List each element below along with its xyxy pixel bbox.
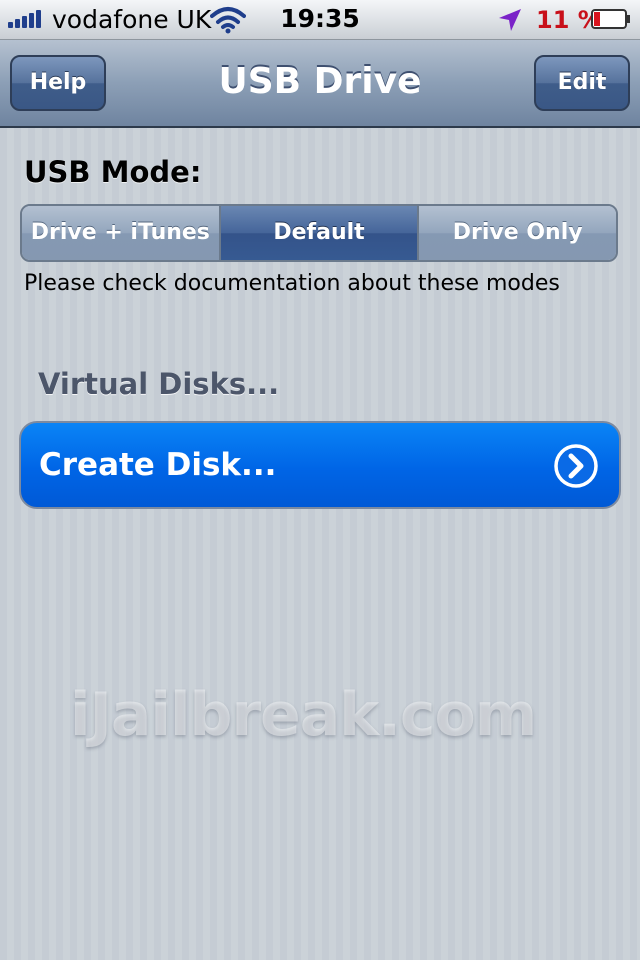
watermark-logo: iJailbreak.com bbox=[70, 680, 537, 750]
segment-drive-itunes[interactable]: Drive + iTunes bbox=[22, 206, 219, 260]
usb-mode-label: USB Mode: bbox=[24, 155, 202, 189]
create-disk-button[interactable]: Create Disk... bbox=[19, 421, 621, 509]
location-arrow-icon bbox=[499, 9, 521, 31]
usb-mode-hint: Please check documentation about these m… bbox=[24, 271, 560, 296]
edit-button[interactable]: Edit bbox=[534, 55, 630, 111]
usb-mode-segmented-control: Drive + iTunes Default Drive Only bbox=[20, 204, 618, 262]
virtual-disks-header: Virtual Disks... bbox=[38, 367, 280, 401]
create-disk-label: Create Disk... bbox=[39, 447, 277, 483]
segment-drive-only[interactable]: Drive Only bbox=[417, 206, 616, 260]
navigation-bar: Help USB Drive Edit bbox=[0, 40, 640, 128]
status-bar: vodafone UK 19:35 11 % bbox=[0, 0, 640, 40]
battery-icon bbox=[591, 9, 630, 29]
disclosure-chevron-icon[interactable] bbox=[553, 443, 599, 489]
segment-default[interactable]: Default bbox=[218, 206, 418, 260]
